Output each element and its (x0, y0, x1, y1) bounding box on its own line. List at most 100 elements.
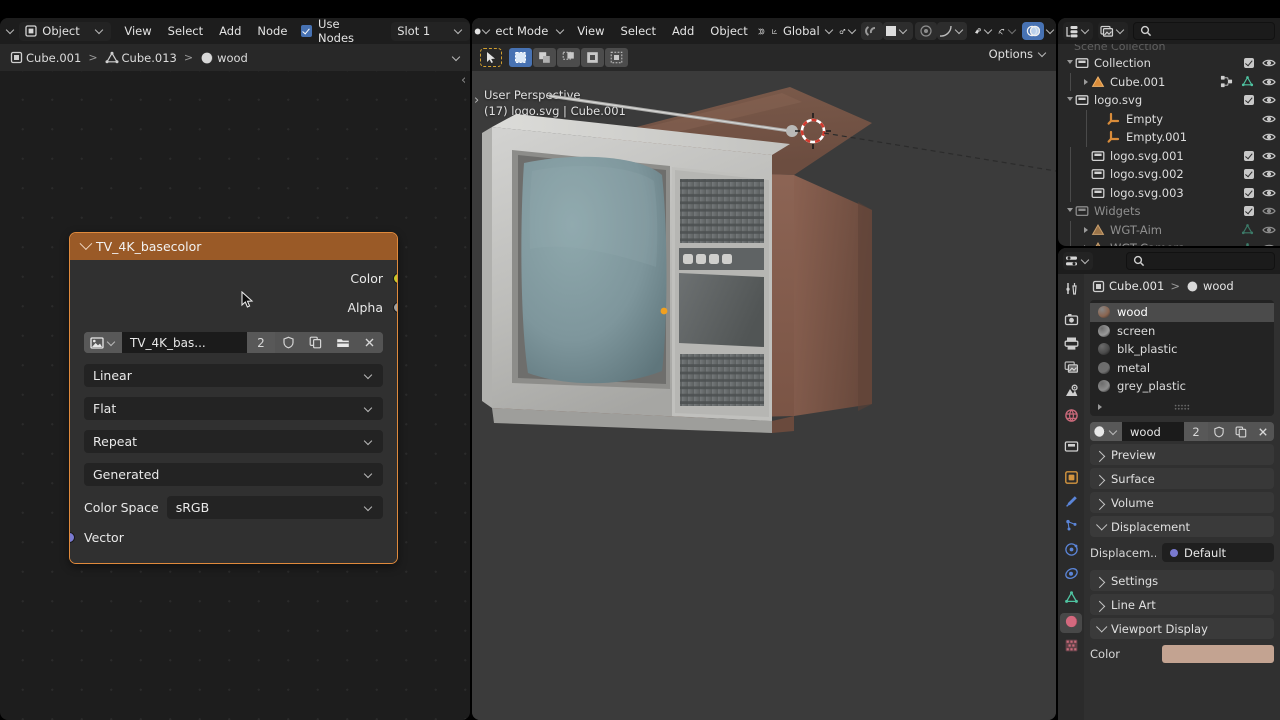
disclosure-triangle-icon[interactable] (1080, 147, 1091, 166)
properties-body[interactable]: Cube.001 > wood woodscreenblk_plasticmet… (1084, 274, 1280, 720)
shader-type-dropdown[interactable]: Object (19, 22, 110, 41)
projection-dropdown[interactable]: Flat (84, 397, 383, 420)
mesh-data-icon[interactable] (1241, 223, 1254, 236)
outliner-row-controls[interactable] (1244, 168, 1276, 180)
row-enable-checkbox[interactable] (1244, 95, 1254, 105)
properties-tab-modifier[interactable] (1060, 493, 1082, 513)
properties-tab-output[interactable] (1060, 335, 1082, 355)
outliner-row[interactable]: WGT-Aim (1058, 221, 1280, 240)
select-intersect-icon[interactable] (605, 48, 628, 67)
properties-tab-view-layer[interactable] (1060, 359, 1082, 379)
select-invert-icon[interactable] (581, 48, 604, 67)
outliner-row[interactable]: logo.svg.003 (1058, 184, 1280, 203)
viewport-subheader[interactable]: Options (472, 44, 1056, 71)
image-users-count[interactable]: 2 (247, 332, 275, 353)
properties-tab-collection[interactable] (1060, 438, 1082, 458)
select-subtract-icon[interactable] (557, 48, 580, 67)
socket-vector[interactable] (69, 532, 75, 543)
material-slot-list[interactable]: woodscreenblk_plasticmetalgrey_plastic (1090, 300, 1274, 416)
extension-dropdown[interactable]: Repeat (84, 430, 383, 453)
properties-search-input[interactable] (1126, 252, 1275, 270)
material-slot-item[interactable]: grey_plastic (1090, 377, 1274, 396)
row-enable-checkbox[interactable] (1244, 188, 1254, 198)
falloff-curve-icon[interactable] (937, 22, 967, 40)
disclosure-triangle-icon[interactable] (1080, 221, 1091, 240)
chevron-down-icon[interactable] (1046, 26, 1056, 36)
vp-menu-view[interactable]: View (569, 24, 612, 38)
properties-tab-object[interactable] (1060, 469, 1082, 489)
panel-disclosure-icon[interactable] (1097, 520, 1105, 534)
properties-tab-rail[interactable] (1058, 274, 1084, 720)
disclosure-triangle-icon[interactable] (1080, 239, 1091, 246)
panel-header-settings[interactable]: Settings (1090, 570, 1274, 591)
interpolation-dropdown[interactable]: Linear (84, 364, 383, 387)
node-editor-header[interactable]: Object View Select Add Node Use Nodes Sl… (0, 18, 470, 44)
outliner-editor[interactable]: Scene Collection CollectionCube.001logo.… (1058, 18, 1280, 246)
panel-disclosure-icon[interactable] (1097, 622, 1105, 636)
visibility-eye-icon[interactable] (1262, 205, 1276, 217)
panel-header-preview[interactable]: Preview (1090, 444, 1274, 465)
node-image-texture[interactable]: TV_4K_basecolor Color Alpha (69, 232, 398, 564)
node-input-vector[interactable]: Vector (70, 522, 397, 553)
image-name-field[interactable]: TV_4K_bas... (122, 332, 247, 353)
color-space-row[interactable]: Color Space sRGB (70, 489, 397, 522)
material-slot-item[interactable]: blk_plastic (1090, 340, 1274, 359)
fake-user-shield-icon[interactable] (275, 332, 302, 353)
interpolation-row[interactable]: Linear (70, 356, 397, 390)
disclosure-triangle-icon[interactable] (1096, 128, 1107, 147)
node-output-color[interactable]: Color (70, 264, 397, 293)
material-slot-item[interactable]: wood (1090, 303, 1274, 322)
panel-header-surface[interactable]: Surface (1090, 468, 1274, 489)
visibility-eye-icon[interactable] (1262, 242, 1276, 246)
overlays-icon[interactable] (1022, 22, 1044, 40)
outliner-header[interactable] (1058, 18, 1280, 44)
properties-tab-texture[interactable] (1060, 637, 1082, 657)
properties-editor[interactable]: Cube.001 > wood woodscreenblk_plasticmet… (1058, 248, 1280, 720)
image-datablock-icon[interactable] (84, 332, 122, 353)
visibility-eye-icon[interactable] (1262, 76, 1276, 88)
chevron-down-icon[interactable] (1008, 26, 1018, 36)
node-sidebar-toggle[interactable]: ‹ (461, 73, 466, 88)
image-datablock-bar[interactable]: TV_4K_bas... 2 (84, 332, 383, 353)
socket-color[interactable] (393, 273, 399, 284)
specials-expand-icon[interactable] (1098, 404, 1102, 410)
transform-orientation-label[interactable]: Global (778, 24, 825, 38)
select-new-icon[interactable] (509, 48, 532, 67)
panel-disclosure-icon[interactable] (1097, 574, 1105, 588)
material-slot-list-footer[interactable] (1090, 400, 1274, 414)
resize-grip-icon[interactable] (1174, 404, 1190, 410)
select-mode-group[interactable] (509, 48, 628, 67)
node-collapse-chevron-icon[interactable] (80, 237, 93, 250)
properties-header[interactable] (1058, 248, 1280, 274)
transform-orientation-icon[interactable] (771, 24, 778, 39)
projection-row[interactable]: Flat (70, 390, 397, 423)
material-users-count[interactable]: 2 (1184, 422, 1208, 441)
vp-menu-add[interactable]: Add (664, 24, 702, 38)
tv-model-render[interactable] (472, 71, 1056, 720)
properties-editor-icon[interactable] (1063, 252, 1093, 270)
disclosure-triangle-icon[interactable] (1080, 73, 1091, 92)
outliner-row[interactable]: logo.svg (1058, 91, 1280, 110)
outliner-row-controls[interactable] (1244, 57, 1276, 69)
visibility-eye-icon[interactable] (1262, 150, 1276, 162)
properties-tab-object-data[interactable] (1060, 589, 1082, 609)
viewport-canvas[interactable]: User Perspective (17) logo.svg | Cube.00… (472, 71, 1056, 720)
outliner-row-controls[interactable] (1241, 223, 1276, 236)
visibility-eye-icon[interactable] (1262, 224, 1276, 236)
image-datablock-row[interactable]: TV_4K_bas... 2 (70, 322, 397, 356)
row-enable-checkbox[interactable] (1244, 151, 1254, 161)
mesh-data-icon[interactable] (1241, 242, 1254, 246)
material-slot-item[interactable]: metal (1090, 359, 1274, 378)
proportional-edit-icon[interactable] (915, 22, 937, 40)
outliner-row-controls[interactable] (1220, 75, 1276, 88)
menu-view[interactable]: View (116, 24, 159, 38)
source-dropdown[interactable]: Generated (84, 463, 383, 486)
outliner-row[interactable]: Collection (1058, 54, 1280, 73)
mode-chevron-icon[interactable] (556, 26, 566, 36)
outliner-row[interactable]: Widgets (1058, 202, 1280, 221)
panel-disclosure-icon[interactable] (1097, 472, 1105, 486)
material-datablock-icon[interactable] (1090, 422, 1122, 441)
displacement-method-row[interactable]: Displacem...Default (1090, 543, 1274, 562)
transform-pivot-icon[interactable] (839, 24, 846, 39)
gizmo-icon[interactable] (998, 24, 1006, 39)
